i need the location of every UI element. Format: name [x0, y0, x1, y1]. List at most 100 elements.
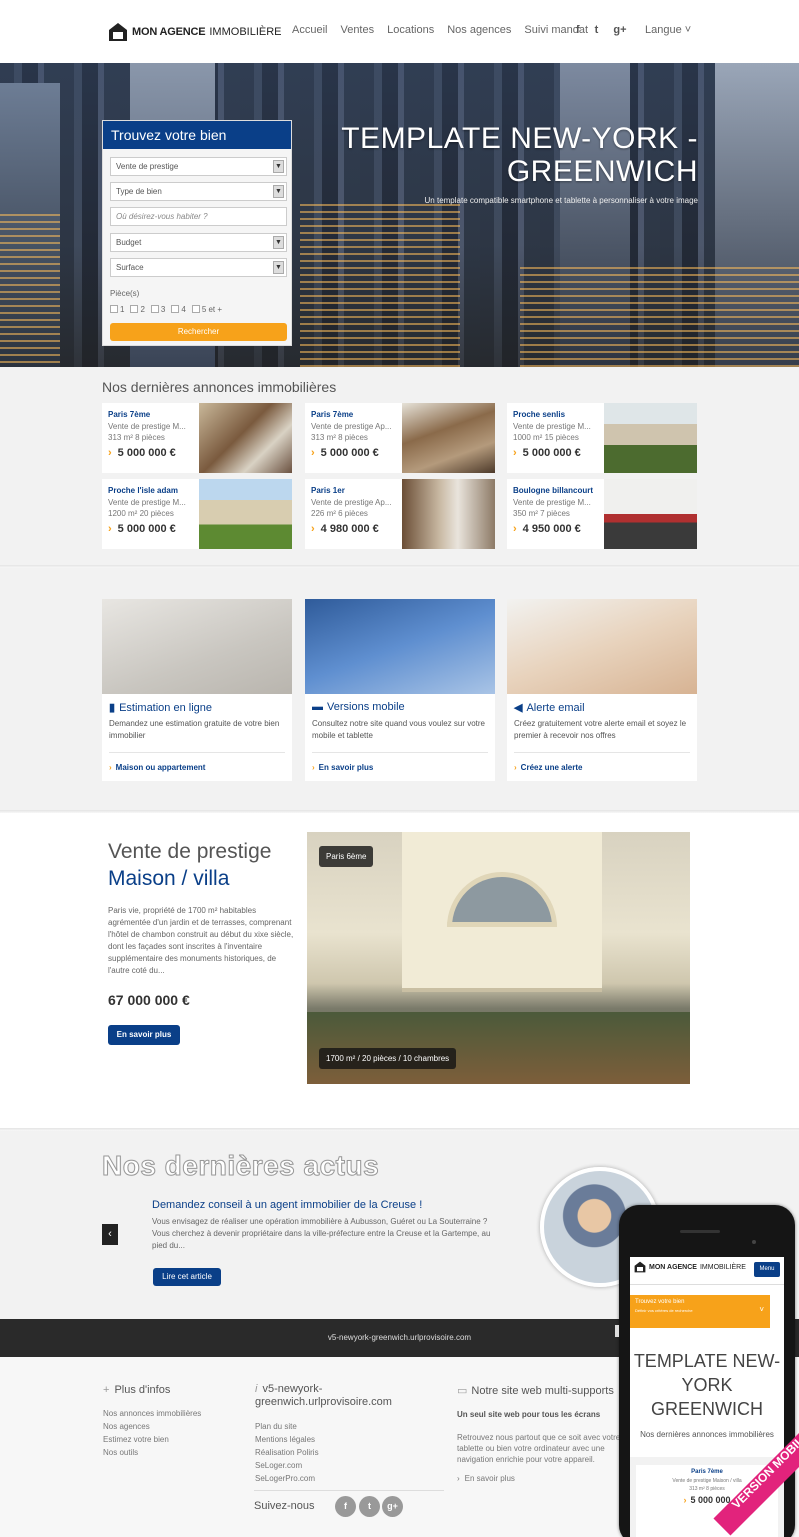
nav-nos-agences[interactable]: Nos agences [447, 24, 511, 36]
listing-price: › 5 000 000 € [108, 447, 196, 459]
listing-card[interactable]: Paris 7ème Vente de prestige M... 313 m²… [102, 403, 292, 473]
service-link[interactable]: › Maison ou appartement [109, 763, 205, 772]
select-value: Surface [116, 263, 144, 272]
phone-search-toggle[interactable]: Trouvez votre bien Définir vos critères … [630, 1295, 770, 1328]
listing-description: Vente de prestige M... [108, 422, 186, 431]
listing-photo[interactable] [604, 479, 697, 549]
nav-locations[interactable]: Locations [387, 24, 434, 36]
phone-search-title: Trouvez votre bien [635, 1299, 685, 1305]
facebook-icon[interactable]: f [335, 1496, 356, 1517]
service-title[interactable]: ▬ Versions mobile [312, 701, 405, 713]
news-headline[interactable]: Demandez conseil à un agent immobilier d… [152, 1199, 422, 1211]
service-link[interactable]: › Créez une alerte [514, 763, 582, 772]
listing-card[interactable]: Paris 7ème Vente de prestige Ap... 313 m… [305, 403, 495, 473]
listing-city: Paris 1er [311, 486, 345, 495]
featured-more-button[interactable]: En savoir plus [108, 1025, 180, 1045]
listing-city: Boulogne billancourt [513, 486, 593, 495]
select-value: Budget [116, 238, 142, 247]
footer-link[interactable]: Mentions légales [255, 1433, 319, 1446]
footer-url[interactable]: v5-newyork-greenwich.urlprovisoire.com [328, 1333, 471, 1342]
service-link[interactable]: › En savoir plus [312, 763, 373, 772]
listing-size: 313 m² 8 pièces [108, 433, 165, 442]
phone-hero-title: TEMPLATE NEW-YORK GREENWICH [633, 1351, 781, 1419]
rooms-option-5-plus[interactable]: 5 et + [191, 305, 222, 314]
checkbox[interactable] [171, 305, 180, 313]
nav-ventes[interactable]: Ventes [340, 24, 374, 36]
rooms-option-4[interactable]: 4 [171, 305, 186, 314]
listing-photo[interactable] [199, 403, 292, 473]
phone-logo: MON AGENCE IMMOBILIÈRE [634, 1261, 746, 1273]
rooms-option-2[interactable]: 2 [130, 305, 145, 314]
listing-description: Vente de prestige M... [513, 422, 591, 431]
twitter-icon[interactable]: t [359, 1496, 380, 1517]
search-button[interactable]: Rechercher [110, 323, 287, 341]
listing-info: Paris 7ème Vente de prestige M... 313 m²… [108, 410, 196, 459]
details-tag: 1700 m² / 20 pièces / 10 chambres [319, 1048, 457, 1069]
info-icon: i [255, 1383, 258, 1395]
footer-link[interactable]: Plan du site [255, 1420, 319, 1433]
checkbox[interactable] [150, 305, 159, 313]
twitter-icon[interactable]: t [595, 24, 599, 36]
listing-photo[interactable] [402, 479, 495, 549]
city-lights-image [300, 203, 460, 367]
chevron-right-icon: › [108, 447, 112, 459]
facebook-icon[interactable]: f [576, 24, 580, 36]
checkbox[interactable] [191, 305, 200, 313]
price-value: 5 000 000 € [320, 447, 379, 459]
footer-link[interactable]: Nos outils [103, 1446, 201, 1459]
google-plus-icon[interactable]: g+ [613, 24, 626, 36]
transaction-type-select[interactable]: Vente de prestige ▼ [110, 157, 287, 176]
listing-price: › 5 000 000 € [311, 447, 399, 459]
main-nav: Accueil Ventes Locations Nos agences Sui… [292, 24, 588, 36]
listing-info: Paris 7ème Vente de prestige Ap... 313 m… [311, 410, 399, 459]
listing-card[interactable]: Proche l'isle adam Vente de prestige M..… [102, 479, 292, 549]
location-input[interactable]: Où désirez-vous habiter ? [110, 207, 287, 226]
property-type-select[interactable]: Type de bien ▼ [110, 182, 287, 201]
footer-link[interactable]: Réalisation Poliris [255, 1446, 319, 1459]
rooms-option-1[interactable]: 1 [110, 305, 124, 314]
language-selector[interactable]: Langue ˅ [645, 24, 691, 36]
service-link-text: Maison ou appartement [115, 763, 206, 772]
google-plus-icon[interactable]: g+ [382, 1496, 403, 1517]
listing-card[interactable]: Paris 1er Vente de prestige Ap... 226 m²… [305, 479, 495, 549]
service-title[interactable]: ◀ Alerte email [514, 701, 585, 714]
service-description: Créez gratuitement votre alerte email et… [514, 719, 687, 740]
listing-card[interactable]: Proche senlis Vente de prestige M... 100… [507, 403, 697, 473]
footer-link[interactable]: Estimez votre bien [103, 1433, 201, 1446]
footer-col3-title: ▭ Notre site web multi-supports [457, 1384, 614, 1397]
listing-info: Boulogne billancourt Vente de prestige M… [513, 486, 601, 535]
checkbox-label: 3 [160, 305, 166, 314]
footer-link[interactable]: Nos agences [103, 1420, 201, 1433]
listing-card[interactable]: Boulogne billancourt Vente de prestige M… [507, 479, 697, 549]
rooms-option-3[interactable]: 3 [150, 305, 166, 314]
listing-price: › 4 980 000 € [311, 523, 399, 535]
logo-text-light: IMMOBILIÈRE [209, 26, 282, 38]
checkbox[interactable] [110, 305, 118, 313]
footer-link[interactable]: SeLoger.com [255, 1459, 319, 1472]
listing-size: 313 m² 8 pièces [311, 433, 368, 442]
section-divider [0, 565, 799, 568]
read-article-button[interactable]: Lire cet article [153, 1268, 221, 1286]
budget-select[interactable]: Budget ▼ [110, 233, 287, 252]
featured-property-photo[interactable]: Paris 6ème 1700 m² / 20 pièces / 10 cham… [307, 832, 690, 1084]
listing-price: › 5 000 000 € [108, 523, 196, 535]
follow-us-label: Suivez-nous [254, 1500, 315, 1512]
phone-menu-button[interactable]: Menu [754, 1262, 780, 1277]
rooms-label: Pièce(s) [110, 289, 140, 298]
service-title[interactable]: ▮ Estimation en ligne [109, 701, 212, 714]
listing-photo[interactable] [199, 479, 292, 549]
section-divider [0, 1128, 799, 1131]
footer-link[interactable]: SeLogerPro.com [255, 1472, 319, 1485]
divider [312, 752, 488, 753]
site-logo[interactable]: MON AGENCE IMMOBILIÈRE [108, 21, 282, 43]
footer-col3-link[interactable]: › En savoir plus [457, 1472, 515, 1485]
listing-photo[interactable] [604, 403, 697, 473]
nav-accueil[interactable]: Accueil [292, 24, 327, 36]
surface-select[interactable]: Surface ▼ [110, 258, 287, 277]
plus-icon: + [103, 1384, 110, 1396]
carousel-prev-button[interactable]: ‹ [102, 1224, 118, 1245]
listing-photo[interactable] [402, 403, 495, 473]
footer-link[interactable]: Nos annonces immobilières [103, 1407, 201, 1420]
phone-side-button [615, 1325, 619, 1337]
checkbox[interactable] [130, 305, 139, 313]
